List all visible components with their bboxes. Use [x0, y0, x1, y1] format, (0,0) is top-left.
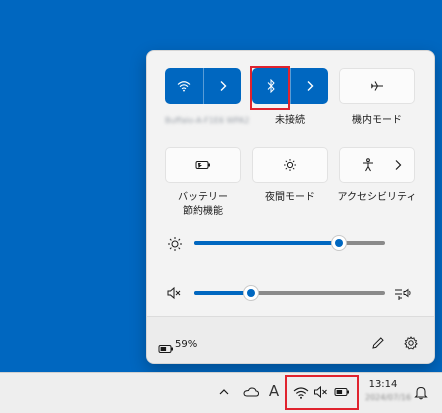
wifi-network-label: Buffalo-A-F1E6 WPA2 [165, 116, 250, 125]
settings-gear-icon[interactable] [404, 335, 418, 354]
taskbar-date[interactable]: 2024/07/16 [365, 393, 411, 402]
show-hidden-icons-chevron-up-icon[interactable] [216, 384, 232, 400]
bluetooth-highlight-box [250, 66, 290, 110]
wifi-expand-button[interactable] [204, 68, 241, 104]
taskbar-clock[interactable]: 13:14 [362, 379, 404, 391]
brightness-icon [167, 236, 183, 252]
accessibility-tile[interactable] [339, 147, 415, 183]
accessibility-label: アクセシビリティ [337, 192, 417, 203]
battery-saver-label-line2: 節約機能 [183, 206, 223, 217]
volume-slider[interactable] [194, 286, 385, 300]
battery-saver-icon [166, 148, 240, 182]
tray-highlight-box [285, 375, 359, 410]
battery-icon [158, 339, 174, 358]
night-light-icon [253, 148, 327, 182]
wifi-tile [165, 68, 241, 104]
volume-slider-fill [194, 291, 252, 295]
chevron-right-icon [219, 80, 227, 92]
notification-bell-icon[interactable] [412, 383, 430, 401]
night-light-tile[interactable] [252, 147, 328, 183]
ime-indicator[interactable]: A [267, 381, 281, 401]
battery-percentage: 59% [175, 339, 198, 350]
battery-saver-label: バッテリー 節約機能 [165, 191, 241, 219]
chevron-right-icon [306, 80, 314, 92]
airplane-icon [340, 69, 414, 103]
battery-saver-tile[interactable] [165, 147, 241, 183]
brightness-slider-fill [194, 241, 340, 245]
airplane-mode-label: 機内モード [352, 115, 402, 126]
airplane-mode-tile[interactable] [339, 68, 415, 104]
edit-pencil-icon[interactable] [371, 335, 385, 354]
battery-saver-label-line1: バッテリー [178, 192, 228, 203]
chevron-right-icon [386, 148, 410, 182]
onedrive-cloud-icon[interactable] [242, 384, 260, 400]
audio-output-select-icon[interactable] [394, 285, 412, 301]
night-light-label: 夜間モード [265, 192, 315, 203]
wifi-toggle-button[interactable] [165, 68, 203, 104]
brightness-slider[interactable] [194, 236, 385, 250]
bluetooth-status-label: 未接続 [275, 115, 305, 126]
volume-muted-icon[interactable] [166, 285, 182, 301]
wifi-icon [177, 80, 191, 92]
bluetooth-expand-button[interactable] [291, 68, 328, 104]
